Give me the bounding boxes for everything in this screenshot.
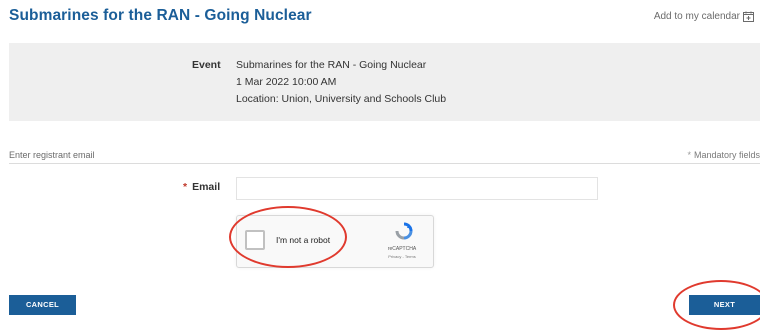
- mandatory-fields-text: Mandatory fields: [693, 150, 760, 160]
- recaptcha-label: I'm not a robot: [276, 235, 331, 245]
- mandatory-fields-note: * Mandatory fields: [687, 150, 760, 160]
- page-title: Submarines for the RAN - Going Nuclear: [9, 7, 312, 24]
- section-heading: Enter registrant email: [9, 150, 95, 160]
- event-location: Location: Union, University and Schools …: [236, 93, 447, 105]
- recaptcha-logo-icon: [395, 222, 413, 245]
- event-datetime: 1 Mar 2022 10:00 AM: [236, 76, 337, 88]
- calendar-plus-icon: [743, 11, 754, 22]
- cancel-button[interactable]: CANCEL: [9, 295, 76, 315]
- email-label-text: Email: [192, 181, 221, 193]
- event-name: Submarines for the RAN - Going Nuclear: [236, 59, 427, 71]
- next-button[interactable]: NEXT: [689, 295, 760, 315]
- required-marker: *: [183, 181, 188, 193]
- add-to-calendar-link[interactable]: Add to my calendar: [654, 11, 754, 22]
- event-label: Event: [192, 59, 221, 71]
- event-details-panel: [9, 43, 760, 121]
- mandatory-star: *: [687, 150, 691, 160]
- add-to-calendar-label: Add to my calendar: [653, 11, 740, 22]
- recaptcha-brand: reCAPTCHA: [387, 246, 417, 252]
- recaptcha-checkbox[interactable]: [245, 230, 265, 250]
- email-input[interactable]: [236, 177, 598, 200]
- email-label: * Email: [183, 181, 220, 193]
- recaptcha-terms-link[interactable]: Privacy - Terms: [382, 254, 422, 259]
- section-divider: [9, 163, 760, 164]
